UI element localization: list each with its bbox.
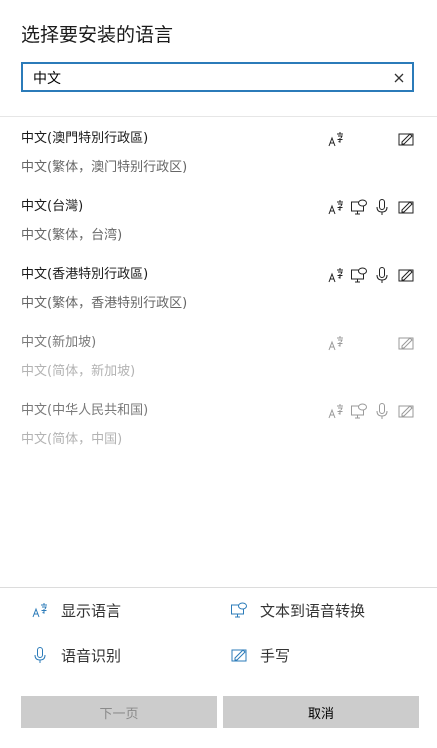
next-button[interactable]: 下一页 xyxy=(21,696,217,728)
display-language-icon xyxy=(327,334,345,352)
display-language-icon xyxy=(327,130,345,148)
speech-recognition-icon xyxy=(31,646,49,664)
text-to-speech-icon xyxy=(230,601,248,619)
language-name: 中文(香港特別行政區) xyxy=(21,267,149,282)
language-item[interactable]: 中文(台灣) 中文(繁体，台湾) xyxy=(0,192,437,260)
display-language-icon xyxy=(327,266,345,284)
legend-label: 语音识别 xyxy=(61,647,122,665)
handwriting-icon xyxy=(230,646,248,664)
clear-icon[interactable] xyxy=(392,70,406,84)
language-item[interactable]: 中文(澳門特別行政區) 中文(繁体，澳门特别行政区) xyxy=(0,124,437,192)
handwriting-icon xyxy=(397,198,415,216)
speech-recognition-icon xyxy=(373,402,391,420)
dialog-title: 选择要安装的语言 xyxy=(21,24,174,46)
legend-label: 显示语言 xyxy=(61,602,122,620)
handwriting-icon xyxy=(397,402,415,420)
handwriting-icon xyxy=(397,334,415,352)
language-description: 中文(简体，新加坡) xyxy=(21,364,136,379)
divider xyxy=(0,116,437,117)
speech-recognition-icon xyxy=(373,266,391,284)
legend-label: 手写 xyxy=(260,647,291,665)
text-to-speech-icon xyxy=(350,402,368,420)
text-to-speech-icon xyxy=(350,198,368,216)
language-name: 中文(中华人民共和国) xyxy=(21,403,149,418)
display-language-icon xyxy=(327,198,345,216)
speech-recognition-icon xyxy=(373,198,391,216)
language-list: 中文(澳門特別行政區) 中文(繁体，澳门特别行政区) 中文(台灣) 中文(繁体，… xyxy=(0,124,437,464)
text-to-speech-icon xyxy=(350,266,368,284)
handwriting-icon xyxy=(397,266,415,284)
language-description: 中文(简体，中国) xyxy=(21,432,123,447)
divider xyxy=(0,587,437,588)
cancel-button[interactable]: 取消 xyxy=(223,696,419,728)
language-description: 中文(繁体，台湾) xyxy=(21,228,123,243)
language-name: 中文(澳門特別行政區) xyxy=(21,131,149,146)
handwriting-icon xyxy=(397,130,415,148)
language-name: 中文(新加坡) xyxy=(21,335,97,350)
language-item[interactable]: 中文(香港特別行政區) 中文(繁体，香港特别行政区) xyxy=(0,260,437,328)
display-language-icon xyxy=(31,601,49,619)
language-description: 中文(繁体，香港特别行政区) xyxy=(21,296,188,311)
language-name: 中文(台灣) xyxy=(21,199,84,214)
language-item[interactable]: 中文(中华人民共和国) 中文(简体，中国) xyxy=(0,396,437,464)
language-item[interactable]: 中文(新加坡) 中文(简体，新加坡) xyxy=(0,328,437,396)
search-input[interactable] xyxy=(33,68,383,88)
legend-label: 文本到语音转换 xyxy=(260,602,366,620)
search-box[interactable] xyxy=(21,62,414,92)
language-description: 中文(繁体，澳门特别行政区) xyxy=(21,160,188,175)
display-language-icon xyxy=(327,402,345,420)
